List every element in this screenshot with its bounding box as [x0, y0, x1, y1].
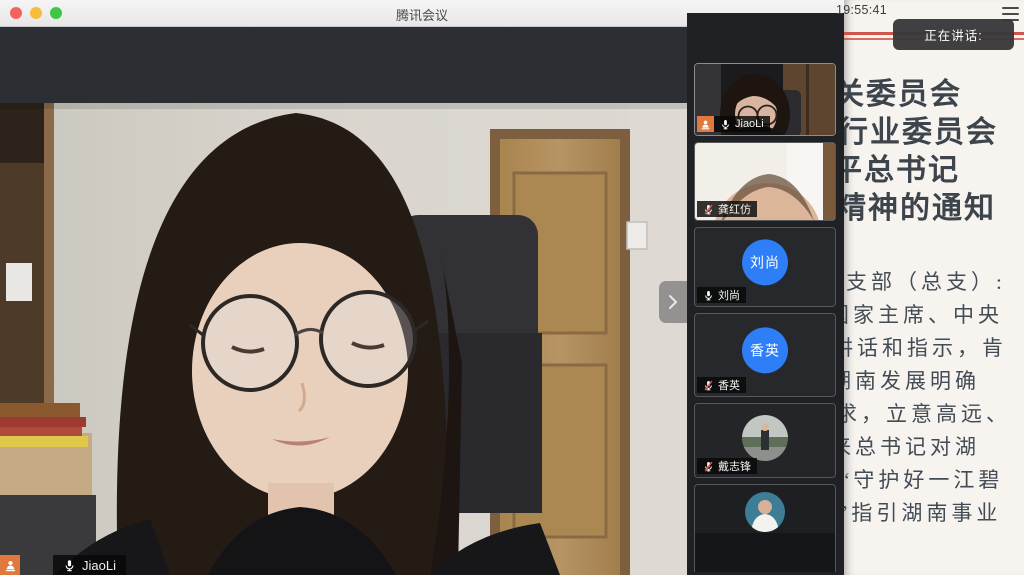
- menubar-clock: 19:55:41: [836, 3, 887, 17]
- document-title-lines: 关委员会行业委员会平总书记精神的通知: [844, 76, 998, 228]
- participant-name: 戴志锋: [718, 458, 751, 474]
- participant-tile-3[interactable]: 刘尚刘尚: [694, 227, 836, 307]
- document-body-line: “守护好一江碧: [844, 464, 1011, 497]
- document-window[interactable]: 关委员会行业委员会平总书记精神的通知 支部（总支）:国家主席、中央讲话和指示，肯…: [844, 0, 1024, 575]
- document-body-line: ”指引湖南事业: [844, 497, 1011, 530]
- participant-name: JiaoLi: [735, 118, 764, 130]
- mic-off-icon: [703, 204, 714, 215]
- participant-name: 龚红仿: [718, 201, 751, 217]
- participants-list: JiaoLi龚红仿刘尚刘尚香英香英戴志锋: [694, 63, 844, 572]
- participant-tile-1[interactable]: JiaoLi: [694, 63, 836, 136]
- participant-label: 香英: [697, 377, 746, 393]
- participant-tile-5[interactable]: 戴志锋: [694, 403, 836, 478]
- document-body-line: 求，立意高远、: [844, 398, 1011, 431]
- document-title-line: 关委员会: [844, 76, 998, 114]
- participant-label: 龚红仿: [697, 201, 757, 217]
- participant-avatar: [695, 485, 835, 572]
- mic-on-icon: [720, 119, 731, 130]
- panel-collapse-tab[interactable]: [659, 281, 687, 323]
- participant-tile-4[interactable]: 香英香英: [694, 313, 836, 397]
- participant-tile-2[interactable]: 龚红仿: [694, 142, 836, 221]
- participant-label: 戴志锋: [697, 458, 757, 474]
- main-video[interactable]: JiaoLi: [0, 103, 688, 575]
- main-speaker-name: JiaoLi: [82, 558, 116, 573]
- participant-initials-avatar: 香英: [742, 327, 788, 373]
- document-body-line: 国家主席、中央: [844, 299, 1011, 332]
- participant-name: 刘尚: [718, 287, 740, 303]
- mic-on-icon: [63, 559, 76, 572]
- mic-off-icon: [703, 461, 714, 472]
- participant-label: 刘尚: [697, 287, 746, 303]
- chevron-right-icon: [668, 294, 678, 310]
- speaking-indicator-label: 正在讲话:: [924, 25, 982, 44]
- participant-tile-6[interactable]: [694, 484, 836, 572]
- document-title-line: 平总书记: [844, 152, 998, 190]
- screen-share-badge-icon: [0, 555, 20, 575]
- document-body-line: 讲话和指示，肯: [844, 332, 1011, 365]
- document-body-line: 湖南发展明确: [844, 365, 1011, 398]
- participant-initials-avatar: 刘尚: [742, 239, 788, 285]
- document-body-line: 来总书记对湖: [844, 431, 1011, 464]
- screen-share-badge-icon: [697, 116, 714, 132]
- speaking-indicator: 正在讲话:: [893, 19, 1014, 50]
- document-title-line: 精神的通知: [844, 190, 998, 228]
- participants-panel: JiaoLi龚红仿刘尚刘尚香英香英戴志锋: [687, 13, 844, 575]
- document-body-lines: 支部（总支）:国家主席、中央讲话和指示，肯湖南发展明确求，立意高远、来总书记对湖…: [844, 266, 1011, 530]
- document-body-line: 支部（总支）:: [846, 266, 1011, 299]
- webcam-scene: [0, 103, 688, 575]
- participant-name: 香英: [718, 377, 740, 393]
- document-title-line: 行业委员会: [844, 114, 998, 152]
- mic-on-icon: [703, 290, 714, 301]
- mic-off-icon: [703, 380, 714, 391]
- participant-label: JiaoLi: [697, 116, 770, 132]
